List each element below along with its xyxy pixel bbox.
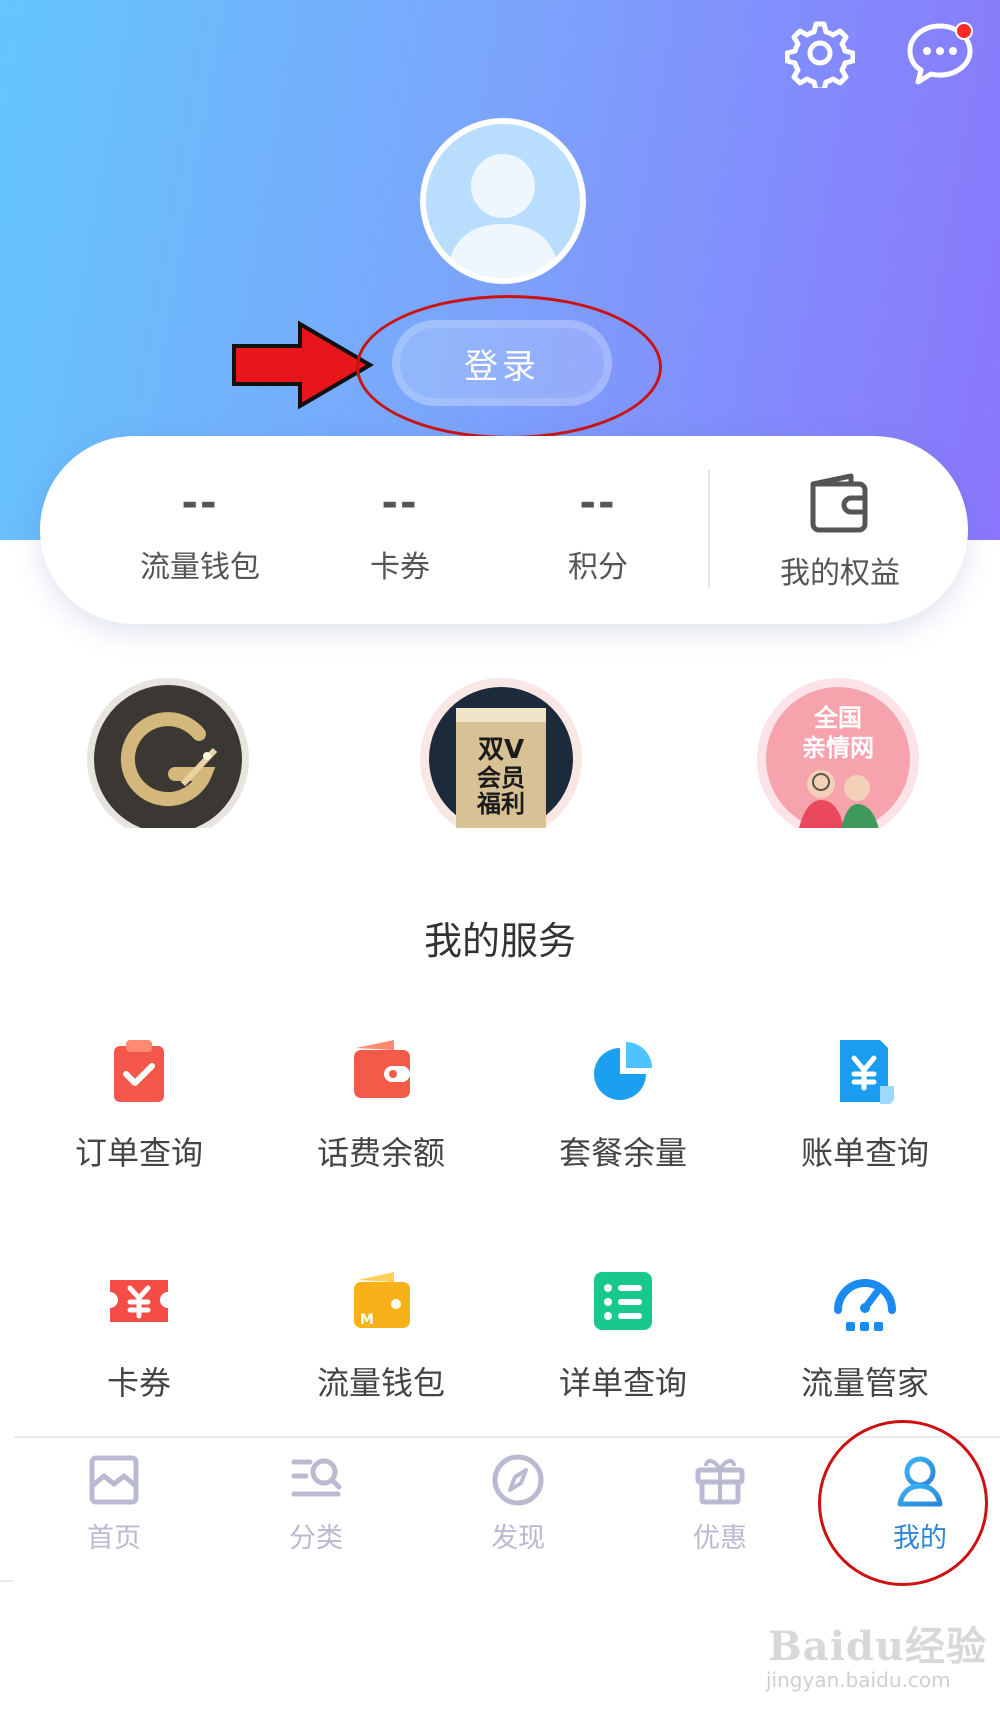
compass-icon bbox=[492, 1454, 544, 1506]
nav-discover[interactable]: 发现 bbox=[420, 1452, 616, 1555]
stat-value: -- bbox=[579, 480, 617, 526]
stat-value: -- bbox=[381, 480, 419, 526]
clipboard-check-icon bbox=[114, 1040, 164, 1102]
service-data-wallet[interactable]: M 流量钱包 bbox=[260, 1266, 502, 1404]
category-search-icon bbox=[291, 1458, 342, 1497]
nav-home[interactable]: 首页 bbox=[16, 1452, 212, 1555]
watermark-url: jingyan.baidu.com bbox=[766, 1668, 951, 1692]
wallet-icon bbox=[810, 473, 868, 533]
golden-g-logo-icon bbox=[94, 685, 242, 828]
family-network-icon: 全国 亲情网 bbox=[766, 687, 910, 828]
unread-badge bbox=[955, 22, 973, 40]
svg-text:福利: 福利 bbox=[476, 790, 525, 818]
service-label: 详单查询 bbox=[558, 1364, 687, 1402]
stat-label: 流量钱包 bbox=[140, 550, 260, 585]
coupon-yen-icon bbox=[110, 1280, 168, 1322]
service-order-query[interactable]: 订单查询 bbox=[18, 1036, 260, 1174]
service-label: 话费余额 bbox=[316, 1134, 445, 1172]
nav-label: 首页 bbox=[87, 1523, 141, 1554]
annotation-circle-mine-tab bbox=[818, 1420, 988, 1586]
promo-golden-g[interactable] bbox=[87, 678, 249, 828]
annotation-circle-login bbox=[356, 295, 662, 439]
nav-label: 发现 bbox=[491, 1523, 545, 1554]
avatar[interactable] bbox=[420, 118, 586, 284]
default-avatar-icon bbox=[446, 154, 560, 278]
nav-label: 优惠 bbox=[693, 1523, 747, 1554]
data-wallet-icon: M bbox=[354, 1272, 410, 1328]
home-icon bbox=[89, 1455, 139, 1505]
divider bbox=[708, 470, 710, 588]
rights-label: 我的权益 bbox=[780, 556, 900, 591]
stat-label: 卡券 bbox=[370, 550, 430, 585]
double-v-member-icon: 双V 会员 福利 bbox=[429, 687, 573, 828]
service-label: 账单查询 bbox=[800, 1134, 929, 1172]
service-coupons[interactable]: 卡券 bbox=[18, 1266, 260, 1404]
messages-button[interactable] bbox=[905, 18, 975, 88]
service-label: 流量管家 bbox=[800, 1364, 929, 1402]
list-detail-icon bbox=[594, 1272, 652, 1330]
service-plan-remaining[interactable]: 套餐余量 bbox=[502, 1036, 744, 1174]
svg-text:双V: 双V bbox=[478, 735, 524, 765]
account-stats-card: -- 流量钱包 -- 卡券 -- 积分 我的权益 bbox=[40, 436, 968, 624]
divider bbox=[0, 1580, 14, 1582]
svg-text:亲情网: 亲情网 bbox=[802, 734, 874, 762]
gear-icon bbox=[784, 21, 856, 93]
bill-yen-icon bbox=[840, 1040, 894, 1104]
stat-label: 积分 bbox=[568, 550, 628, 585]
service-detail-query[interactable]: 详单查询 bbox=[502, 1266, 744, 1404]
service-label: 卡券 bbox=[106, 1364, 171, 1402]
service-data-manager[interactable]: 流量管家 bbox=[744, 1266, 986, 1404]
wallet-icon bbox=[354, 1040, 410, 1098]
services-section-title: 我的服务 bbox=[423, 919, 576, 963]
nav-label: 分类 bbox=[289, 1523, 343, 1554]
stat-value: -- bbox=[181, 480, 219, 526]
annotation-arrow-icon bbox=[232, 320, 374, 410]
stat-points[interactable]: -- 积分 bbox=[518, 436, 678, 624]
service-bill-query[interactable]: 账单查询 bbox=[744, 1036, 986, 1174]
svg-text:M: M bbox=[360, 1312, 374, 1328]
service-label: 订单查询 bbox=[74, 1134, 203, 1172]
service-label: 流量钱包 bbox=[316, 1364, 445, 1402]
settings-button[interactable] bbox=[784, 18, 856, 93]
service-label: 套餐余量 bbox=[558, 1134, 687, 1172]
my-rights-entry[interactable]: 我的权益 bbox=[730, 436, 950, 624]
stat-coupons[interactable]: -- 卡券 bbox=[320, 436, 480, 624]
gift-icon bbox=[695, 1459, 745, 1505]
nav-offers[interactable]: 优惠 bbox=[622, 1452, 818, 1555]
promo-double-v[interactable]: 双V 会员 福利 bbox=[420, 678, 582, 828]
watermark: Baidu经验 jingyan.baidu.com bbox=[760, 1610, 990, 1700]
promo-family-network[interactable]: 全国 亲情网 bbox=[757, 678, 919, 828]
pie-chart-icon bbox=[594, 1042, 652, 1100]
svg-text:全国: 全国 bbox=[813, 704, 862, 732]
speedometer-icon bbox=[834, 1279, 896, 1331]
watermark-brand: Baidu经验 bbox=[768, 1623, 987, 1670]
svg-text:会员: 会员 bbox=[477, 764, 525, 792]
service-balance[interactable]: 话费余额 bbox=[260, 1036, 502, 1174]
nav-category[interactable]: 分类 bbox=[218, 1452, 414, 1555]
stat-data-wallet[interactable]: -- 流量钱包 bbox=[120, 436, 280, 624]
